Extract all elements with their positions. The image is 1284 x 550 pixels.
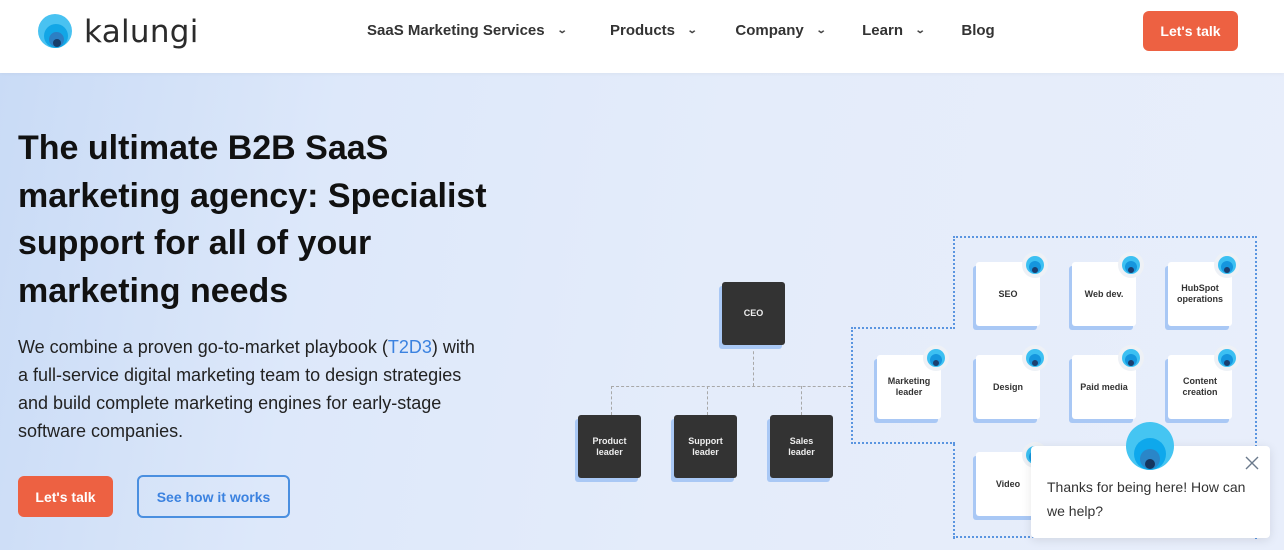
- kalungi-badge-icon: [1022, 345, 1048, 371]
- kalungi-badge-icon: [1214, 345, 1240, 371]
- header-lets-talk-button[interactable]: Let's talk: [1143, 11, 1238, 51]
- main-nav: SaaS Marketing Services ⌄ Products ⌄ Com…: [367, 22, 995, 39]
- kalungi-badge-icon: [1022, 252, 1048, 278]
- t2d3-link[interactable]: T2D3: [388, 337, 432, 357]
- nav-item-company[interactable]: Company ⌄: [735, 22, 827, 39]
- chevron-down-icon: ⌄: [686, 25, 698, 36]
- team-box-hubspot-operations: HubSpot operations: [1168, 252, 1240, 326]
- kalungi-badge-icon: [1118, 252, 1144, 278]
- see-how-it-works-button[interactable]: See how it works: [137, 475, 290, 518]
- description-text: We combine a proven go-to-market playboo…: [18, 337, 388, 357]
- nav-item-blog[interactable]: Blog: [961, 22, 994, 39]
- org-box-support-leader: Support leader: [674, 415, 737, 478]
- chat-message: Thanks for being here! How can we help?: [1047, 479, 1246, 519]
- kalungi-badge-icon: [923, 345, 949, 371]
- chat-avatar-icon[interactable]: [1126, 422, 1174, 470]
- nav-label: Learn: [862, 22, 903, 39]
- marketing-team-outline: [953, 236, 955, 329]
- nav-label: Company: [735, 22, 804, 39]
- hero-title: The ultimate B2B SaaS marketing agency: …: [18, 129, 487, 310]
- team-box-label: SEO: [998, 288, 1018, 299]
- nav-item-products[interactable]: Products ⌄: [610, 22, 698, 39]
- site-header: kalungi SaaS Marketing Services ⌄ Produc…: [0, 0, 1284, 73]
- org-box-ceo: CEO: [722, 282, 785, 345]
- nav-label: SaaS Marketing Services: [367, 22, 545, 39]
- team-box-seo: SEO: [976, 252, 1048, 326]
- connector-line: [611, 386, 851, 387]
- logo-text: kalungi: [84, 13, 199, 50]
- nav-item-saas-marketing-services[interactable]: SaaS Marketing Services ⌄: [367, 22, 568, 39]
- team-box-paid-media: Paid media: [1072, 345, 1144, 419]
- team-box-label: Video: [995, 478, 1021, 489]
- team-box-label: HubSpot operations: [1176, 283, 1223, 304]
- nav-item-learn[interactable]: Learn ⌄: [862, 22, 926, 39]
- connector-line: [753, 346, 754, 386]
- nav-label: Products: [610, 22, 676, 39]
- chevron-down-icon: ⌄: [556, 25, 568, 36]
- team-box-label: Web dev.: [1084, 288, 1124, 299]
- kalungi-badge-icon: [1118, 345, 1144, 371]
- org-box-product-leader: Product leader: [578, 415, 641, 478]
- marketing-team-outline: [953, 444, 955, 539]
- team-box-content-creation: Content creation: [1168, 345, 1240, 419]
- lets-talk-button[interactable]: Let's talk: [18, 476, 113, 517]
- nav-label: Blog: [961, 22, 995, 39]
- team-box-web-dev: Web dev.: [1072, 252, 1144, 326]
- team-box-label: Marketing leader: [887, 376, 931, 397]
- kalungi-badge-icon: [1214, 252, 1240, 278]
- chevron-down-icon: ⌄: [914, 25, 926, 36]
- team-box-marketing-leader: Marketing leader: [877, 345, 949, 419]
- team-box-label: Design: [992, 381, 1023, 392]
- team-box-design: Design: [976, 345, 1048, 419]
- connector-line: [707, 386, 708, 415]
- org-box-sales-leader: Sales leader: [770, 415, 833, 478]
- logo-icon: [38, 14, 74, 50]
- logo[interactable]: kalungi: [38, 14, 199, 50]
- hero-description: We combine a proven go-to-market playboo…: [18, 333, 488, 445]
- chevron-down-icon: ⌄: [815, 25, 827, 36]
- team-box-label: Paid media: [1080, 381, 1128, 392]
- connector-line: [611, 386, 612, 415]
- close-icon[interactable]: [1244, 455, 1260, 471]
- connector-line: [801, 386, 802, 415]
- team-box-label: Content creation: [1182, 376, 1218, 397]
